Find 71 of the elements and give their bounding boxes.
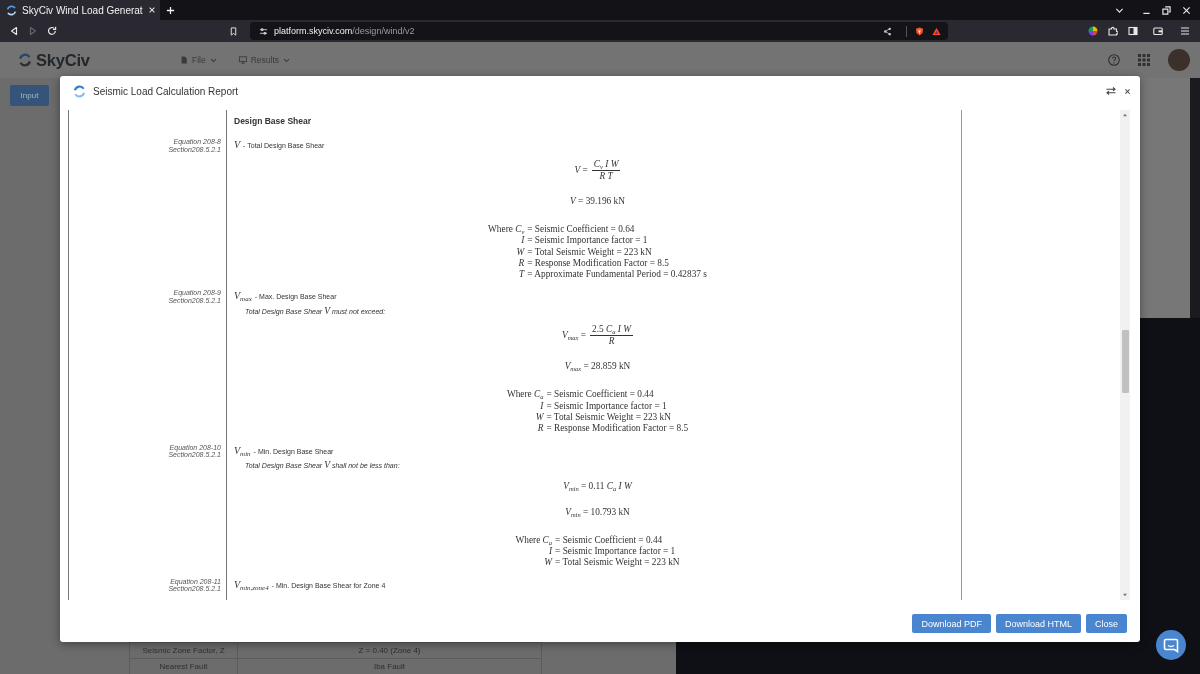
triangle-icon[interactable]	[932, 26, 941, 36]
variable-symbol: W	[544, 557, 553, 569]
avatar[interactable]	[1168, 49, 1190, 71]
variable-definition: = Total Seismic Weight = 223 kN	[555, 557, 680, 569]
new-tab-icon[interactable]	[166, 5, 175, 15]
dialog-button[interactable]: Download PDF	[912, 614, 991, 633]
dialog-button[interactable]: Download HTML	[995, 614, 1081, 633]
formula-result: V$_{min}$ = 10.793 kN	[565, 506, 630, 518]
swap-icon[interactable]	[1106, 87, 1116, 95]
input-tab[interactable]: Input	[10, 85, 49, 106]
variable-definition: = Approximate Fundamental Period = 0.42837 s	[527, 269, 707, 281]
caret-icon	[283, 56, 291, 64]
variable-symbol: T	[519, 269, 525, 281]
variable-definition: = Seismic Importance factor = 1	[555, 545, 676, 558]
formula: V$_{min}$ = 0.11 C$_{a}$ I W	[563, 480, 632, 492]
logo-icon	[18, 53, 32, 67]
variable-definition: = Seismic Coefficient = 0.64	[527, 224, 635, 235]
modal-title: Seismic Load Calculation Report	[93, 85, 239, 97]
address-bar[interactable]: platform.skyciv.com/design/wind/v2	[250, 22, 948, 40]
math-symbol: V$_{min,zone4}$	[234, 578, 269, 591]
variable-symbol: R	[537, 423, 544, 435]
share-icon[interactable]	[883, 26, 892, 36]
scrollbar-thumb[interactable]	[1121, 330, 1129, 393]
formula-result: V$_{max}$ = 28.859 kN	[564, 361, 631, 373]
variable-symbol: I	[540, 400, 544, 413]
color-wheel-icon[interactable]	[1088, 26, 1098, 36]
variable-definition: = Seismic Coefficient = 0.44	[555, 534, 663, 546]
reload-icon[interactable]	[47, 26, 57, 36]
chat-icon[interactable]	[1156, 630, 1186, 660]
variable-symbol: Where C$_{a}$	[515, 534, 553, 546]
sidebar-icon[interactable]	[1128, 26, 1138, 36]
math-symbol: V	[234, 139, 241, 151]
variable-symbol: W	[535, 412, 544, 424]
restore-icon[interactable]	[1162, 5, 1171, 15]
section-heading: Design Base Shear	[234, 115, 312, 127]
variable-definition: = Response Modification Factor = 8.5	[546, 423, 689, 435]
browser-tab[interactable]: SkyCiv Wind Load Generat	[0, 0, 160, 20]
grid-icon[interactable]	[1138, 54, 1150, 66]
shield-icon[interactable]	[915, 26, 924, 36]
logo-text: SkyCiv	[36, 50, 90, 70]
variable-definition: = Seismic Importance factor = 1	[546, 400, 667, 413]
document-icon	[180, 56, 188, 64]
variable-definition: = Response Modification Factor = 8.5	[527, 257, 669, 270]
variable-symbol: I	[521, 235, 525, 247]
formula-result: V = 39.196 kN	[570, 196, 625, 207]
variable-symbol: Where C$_{v}$	[488, 224, 525, 236]
close-icon[interactable]	[1124, 87, 1131, 95]
variable-symbol: W	[516, 246, 525, 258]
monitor-icon	[238, 56, 247, 64]
math-symbol: V$_{min}$	[234, 444, 251, 457]
puzzle-icon[interactable]	[1108, 26, 1118, 36]
dialog-button[interactable]: Close	[1086, 614, 1127, 633]
bookmark-icon[interactable]	[229, 26, 238, 36]
variable-definition: = Seismic Coefficient = 0.44	[546, 389, 654, 401]
formula: V = C$_{v}$ I W R T	[574, 159, 621, 182]
variable-symbol: R	[518, 257, 525, 270]
logo-icon	[73, 84, 86, 98]
math-symbol: V$_{max}$	[234, 290, 252, 303]
caret-icon	[209, 56, 217, 64]
variable-definition: = Seismic Importance factor = 1	[527, 235, 648, 247]
variable-definition: = Total Seismic Weight = 223 kN	[527, 246, 652, 258]
back-icon[interactable]	[9, 26, 19, 36]
variable-definition: = Total Seismic Weight = 223 kN	[546, 412, 671, 424]
logo-icon	[6, 4, 17, 16]
menu-icon[interactable]	[1180, 26, 1190, 36]
wallet-icon[interactable]	[1153, 26, 1163, 36]
variable-symbol: I	[548, 545, 553, 558]
formula: V$_{max}$ = 2.5 C$_{a}$ I W R	[562, 324, 633, 348]
variable-symbol: Where C$_{a}$	[506, 389, 544, 401]
sliders-icon[interactable]	[259, 26, 268, 36]
help-icon[interactable]	[1108, 54, 1120, 66]
